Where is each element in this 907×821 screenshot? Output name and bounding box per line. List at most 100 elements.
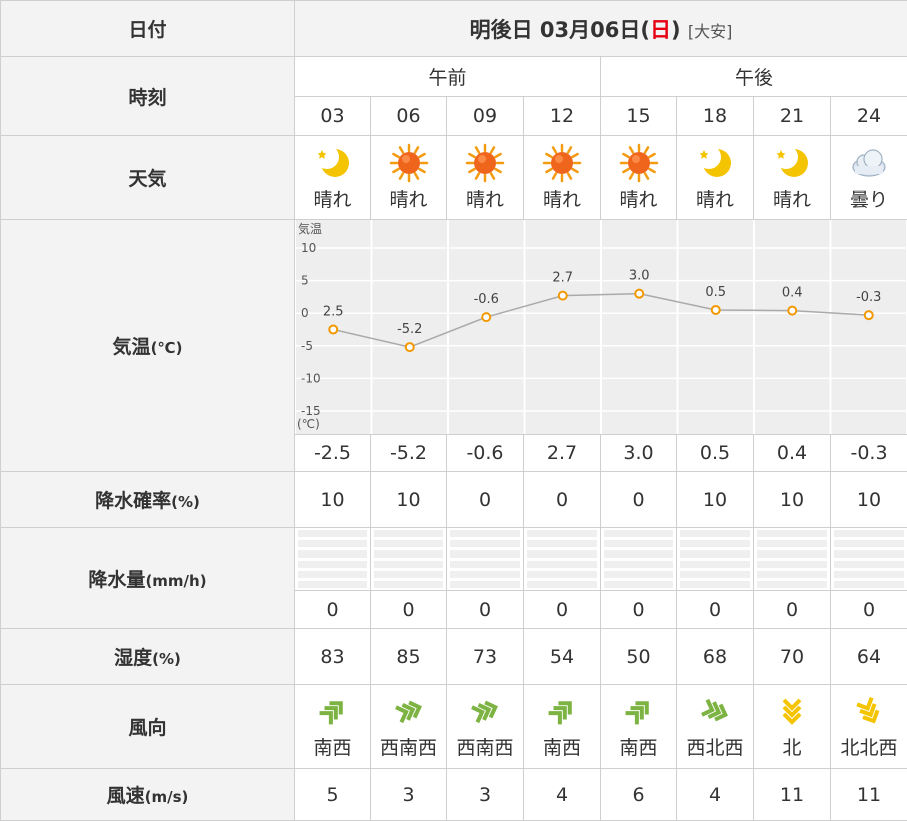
rokuyo-label: [大安] xyxy=(687,21,733,41)
precip-prob-value: 10 xyxy=(676,471,754,528)
wind-speed-header: 風速(m/s) xyxy=(0,768,295,821)
wind-speed-value: 3 xyxy=(446,768,524,821)
period-am: 午前 xyxy=(294,56,601,97)
hour-cell: 09 xyxy=(446,96,524,136)
precip-bar-slot xyxy=(527,540,597,548)
precip-header: 降水量(mm/h) xyxy=(0,527,295,629)
chart-ytick: -15 xyxy=(301,404,321,418)
weather-cell: 晴れ xyxy=(446,135,524,220)
weather-cell: 晴れ xyxy=(370,135,447,220)
humidity-value: 54 xyxy=(523,628,601,685)
sun-icon xyxy=(542,143,582,183)
precip-unit: (mm/h) xyxy=(145,571,207,590)
precip-bar-slot xyxy=(527,550,597,558)
precip-bar-slot xyxy=(298,570,367,578)
precip-bar-stack xyxy=(527,530,597,589)
temp-data-label: 3.0 xyxy=(629,269,650,284)
wind-dir-cell: 南西 xyxy=(523,684,601,769)
precip-bar-slot xyxy=(604,550,673,558)
precip-prob-value: 0 xyxy=(600,471,677,528)
wind-speed-value: 4 xyxy=(523,768,601,821)
precip-bar-slot xyxy=(450,530,520,538)
precip-value: 0 xyxy=(829,590,907,629)
temp-value: 2.7 xyxy=(523,434,601,472)
precip-bar-slot xyxy=(604,580,673,589)
humidity-value: 68 xyxy=(676,628,754,685)
weather-cell: 晴れ xyxy=(294,135,371,220)
weather-header: 天気 xyxy=(0,135,295,220)
humidity-value: 73 xyxy=(446,628,524,685)
temp-point xyxy=(328,324,339,335)
precip-prob-value: 10 xyxy=(829,471,907,528)
chart-column-bg xyxy=(678,220,753,434)
temp-point xyxy=(481,312,492,323)
precip-bar-slot xyxy=(450,560,520,568)
precip-bar-stack xyxy=(680,530,750,589)
weather-label: 晴れ xyxy=(619,189,658,211)
weather-cell: 晴れ xyxy=(753,135,831,220)
precip-bar-slot xyxy=(757,570,827,578)
temp-point xyxy=(787,305,798,316)
precip-value: 0 xyxy=(753,590,831,629)
hour-cell: 24 xyxy=(829,96,907,136)
wind-icon-wrap xyxy=(371,693,446,731)
moon-icon xyxy=(774,145,808,177)
precip-bar-slot xyxy=(834,580,905,589)
wind-icon-wrap xyxy=(831,693,907,731)
humidity-value: 64 xyxy=(829,628,907,685)
precip-bar-cell xyxy=(829,527,907,591)
precip-bar-cell xyxy=(600,527,677,591)
precip-bar-slot xyxy=(374,530,443,538)
precip-bar-slot xyxy=(450,570,520,578)
wind-dir-cell: 南西 xyxy=(294,684,371,769)
precip-bar-slot xyxy=(298,550,367,558)
hour-cell: 18 xyxy=(676,96,754,136)
precip-bar-stack xyxy=(374,530,443,589)
wind-dir-cell: 西南西 xyxy=(370,684,447,769)
precip-bar-cell xyxy=(294,527,371,591)
precip-bar-slot xyxy=(680,570,750,578)
wind-arrow-icon xyxy=(394,700,422,724)
precip-bar-cell xyxy=(753,527,831,591)
temp-header: 気温(℃) xyxy=(0,219,295,472)
precip-bar-slot xyxy=(680,530,750,538)
precip-bar-slot xyxy=(527,530,597,538)
precip-bar-slot xyxy=(374,570,443,578)
precip-prob-row: 降水確率(%) 10 10 0 0 0 10 10 10 xyxy=(0,471,907,528)
precip-label: 降水量 xyxy=(88,568,146,591)
precip-bar-slot xyxy=(604,560,673,568)
title-close: ) xyxy=(670,17,681,42)
wind-dir-label: 南西 xyxy=(619,737,658,759)
precip-value: 0 xyxy=(523,590,601,629)
wind-arrow-icon xyxy=(701,698,728,722)
weather-icon-wrap xyxy=(447,143,523,183)
weather-label: 晴れ xyxy=(695,189,734,211)
moon-icon xyxy=(697,145,731,177)
temp-label: 気温 xyxy=(112,336,151,358)
weather-cell: 曇り xyxy=(829,135,907,220)
temp-value: 0.5 xyxy=(676,434,754,472)
wind-speed-value: 4 xyxy=(676,768,754,821)
humidity-unit: (%) xyxy=(152,650,181,668)
precip-bar-slot xyxy=(298,580,367,589)
wind-icon-wrap xyxy=(754,693,830,731)
precip-bar-slot xyxy=(298,540,367,548)
precip-prob-header: 降水確率(%) xyxy=(0,471,295,528)
wind-dir-cell: 南西 xyxy=(600,684,677,769)
wind-dir-label: 南西 xyxy=(542,737,581,759)
hour-cell: 21 xyxy=(753,96,831,136)
wind-speed-unit: (m/s) xyxy=(144,788,189,806)
weather-label: 晴れ xyxy=(465,189,504,211)
weather-icon-wrap xyxy=(295,143,370,183)
precip-bar-stack xyxy=(298,530,367,589)
chart-column-bg xyxy=(755,220,830,434)
title-date: 明後日 03月06日( xyxy=(469,17,650,42)
moon-icon xyxy=(314,145,349,177)
precip-bar-cell xyxy=(446,527,524,591)
precip-bar-slot xyxy=(604,530,673,538)
humidity-value: 85 xyxy=(370,628,447,685)
humidity-value: 83 xyxy=(294,628,371,685)
sun-icon xyxy=(389,143,428,183)
temp-value: -5.2 xyxy=(370,434,447,472)
wind-dir-cell: 北 xyxy=(753,684,831,769)
